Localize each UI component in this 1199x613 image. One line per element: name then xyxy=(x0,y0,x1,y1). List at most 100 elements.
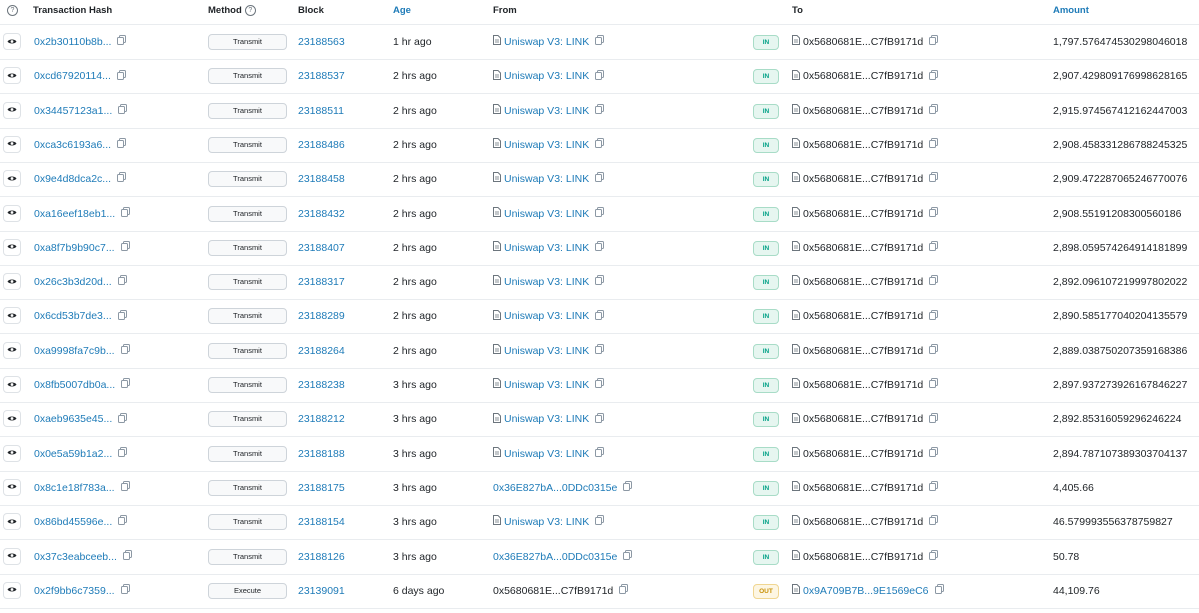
copy-icon[interactable] xyxy=(929,60,939,94)
block-link[interactable]: 23139091 xyxy=(298,574,345,608)
method-help-icon[interactable]: ? xyxy=(244,4,256,16)
copy-icon[interactable] xyxy=(120,471,130,505)
from-address-link[interactable]: Uniswap V3: LINK xyxy=(504,173,589,185)
block-link[interactable]: 23188175 xyxy=(298,471,345,505)
copy-icon[interactable] xyxy=(121,197,131,231)
help-icon[interactable]: ? xyxy=(7,0,18,24)
copy-icon[interactable] xyxy=(929,540,939,574)
copy-icon[interactable] xyxy=(117,162,127,196)
from-address-link[interactable]: Uniswap V3: LINK xyxy=(504,36,589,48)
block-link[interactable]: 23188432 xyxy=(298,197,345,231)
block-link[interactable]: 23188486 xyxy=(298,128,345,162)
transaction-hash-link[interactable]: 0x6cd53b7de3... xyxy=(34,310,112,322)
copy-icon[interactable] xyxy=(122,540,132,574)
transaction-hash-link[interactable]: 0xa9998fa7c9b... xyxy=(34,345,115,357)
copy-icon[interactable] xyxy=(118,94,128,128)
transaction-hash-link[interactable]: 0xa16eef18eb1... xyxy=(34,208,115,220)
copy-icon[interactable] xyxy=(117,300,127,334)
copy-icon[interactable] xyxy=(120,231,130,265)
block-link[interactable]: 23188289 xyxy=(298,299,345,333)
copy-icon[interactable] xyxy=(929,334,939,368)
transaction-hash-link[interactable]: 0x37c3eabceeb... xyxy=(34,551,117,563)
from-address-link[interactable]: Uniswap V3: LINK xyxy=(504,276,589,288)
view-details-button[interactable] xyxy=(3,513,21,531)
copy-icon[interactable] xyxy=(595,197,605,231)
from-address-link[interactable]: Uniswap V3: LINK xyxy=(504,413,589,425)
copy-icon[interactable] xyxy=(118,403,128,437)
view-details-button[interactable] xyxy=(3,410,21,428)
copy-icon[interactable] xyxy=(117,265,127,299)
copy-icon[interactable] xyxy=(118,437,128,471)
from-address-link[interactable]: 0x36E827bA...0DDc0315e xyxy=(493,482,617,494)
copy-icon[interactable] xyxy=(595,94,605,128)
copy-icon[interactable] xyxy=(117,25,127,59)
view-details-button[interactable] xyxy=(3,478,21,496)
copy-icon[interactable] xyxy=(116,60,126,94)
block-link[interactable]: 23188407 xyxy=(298,231,345,265)
from-address-link[interactable]: Uniswap V3: LINK xyxy=(504,310,589,322)
from-address-link[interactable]: Uniswap V3: LINK xyxy=(504,105,589,117)
view-details-button[interactable] xyxy=(3,341,21,359)
copy-icon[interactable] xyxy=(595,265,605,299)
copy-icon[interactable] xyxy=(929,94,939,128)
from-address-link[interactable]: Uniswap V3: LINK xyxy=(504,242,589,254)
view-details-button[interactable] xyxy=(3,135,21,153)
copy-icon[interactable] xyxy=(120,334,130,368)
transaction-hash-link[interactable]: 0x86bd45596e... xyxy=(34,516,112,528)
transaction-hash-link[interactable]: 0x2b30110b8b... xyxy=(34,36,111,48)
copy-icon[interactable] xyxy=(929,437,939,471)
view-details-button[interactable] xyxy=(3,238,21,256)
copy-icon[interactable] xyxy=(929,300,939,334)
copy-icon[interactable] xyxy=(120,574,130,608)
transaction-hash-link[interactable]: 0x8c1e18f783a... xyxy=(34,482,115,494)
from-address-link[interactable]: Uniswap V3: LINK xyxy=(504,379,589,391)
copy-icon[interactable] xyxy=(118,505,128,539)
from-address-link[interactable]: Uniswap V3: LINK xyxy=(504,448,589,460)
view-details-button[interactable] xyxy=(3,376,21,393)
view-details-button[interactable] xyxy=(3,444,21,462)
copy-icon[interactable] xyxy=(623,471,633,505)
copy-icon[interactable] xyxy=(929,265,939,299)
copy-icon[interactable] xyxy=(929,505,939,539)
copy-icon[interactable] xyxy=(595,162,605,196)
copy-icon[interactable] xyxy=(929,197,939,231)
column-age[interactable]: Age xyxy=(393,0,411,24)
copy-icon[interactable] xyxy=(121,368,131,402)
transaction-hash-link[interactable]: 0x8fb5007db0a... xyxy=(34,379,115,391)
view-details-button[interactable] xyxy=(3,547,21,565)
view-details-button[interactable] xyxy=(3,307,21,325)
block-link[interactable]: 23188563 xyxy=(298,25,345,59)
copy-icon[interactable] xyxy=(929,403,939,437)
copy-icon[interactable] xyxy=(117,128,127,162)
transaction-hash-link[interactable]: 0x26c3b3d20d... xyxy=(34,276,112,288)
block-link[interactable]: 23188154 xyxy=(298,505,345,539)
copy-icon[interactable] xyxy=(929,25,939,59)
block-link[interactable]: 23188212 xyxy=(298,402,345,436)
view-details-button[interactable] xyxy=(3,101,21,119)
from-address-link[interactable]: Uniswap V3: LINK xyxy=(504,345,589,357)
copy-icon[interactable] xyxy=(929,162,939,196)
copy-icon[interactable] xyxy=(929,128,939,162)
block-link[interactable]: 23188264 xyxy=(298,334,345,368)
transaction-hash-link[interactable]: 0xaeb9635e45... xyxy=(34,413,112,425)
view-details-button[interactable] xyxy=(3,273,21,291)
block-link[interactable]: 23188188 xyxy=(298,437,345,471)
transaction-hash-link[interactable]: 0x2f9bb6c7359... xyxy=(34,585,115,597)
copy-icon[interactable] xyxy=(929,231,939,265)
view-details-button[interactable] xyxy=(3,33,21,50)
column-amount[interactable]: Amount xyxy=(1053,0,1089,24)
from-address-link[interactable]: Uniswap V3: LINK xyxy=(504,70,589,82)
view-details-button[interactable] xyxy=(3,581,21,599)
transaction-hash-link[interactable]: 0xa8f7b9b90c7... xyxy=(34,242,115,254)
block-link[interactable]: 23188126 xyxy=(298,540,345,574)
transaction-hash-link[interactable]: 0xcd67920114... xyxy=(34,70,111,82)
copy-icon[interactable] xyxy=(619,574,629,608)
copy-icon[interactable] xyxy=(623,540,633,574)
copy-icon[interactable] xyxy=(595,231,605,265)
view-details-button[interactable] xyxy=(3,204,21,222)
view-details-button[interactable] xyxy=(3,67,21,85)
copy-icon[interactable] xyxy=(929,471,939,505)
transaction-hash-link[interactable]: 0x9e4d8dca2c... xyxy=(34,173,111,185)
block-link[interactable]: 23188537 xyxy=(298,59,345,93)
transaction-hash-link[interactable]: 0xca3c6193a6... xyxy=(34,139,111,151)
